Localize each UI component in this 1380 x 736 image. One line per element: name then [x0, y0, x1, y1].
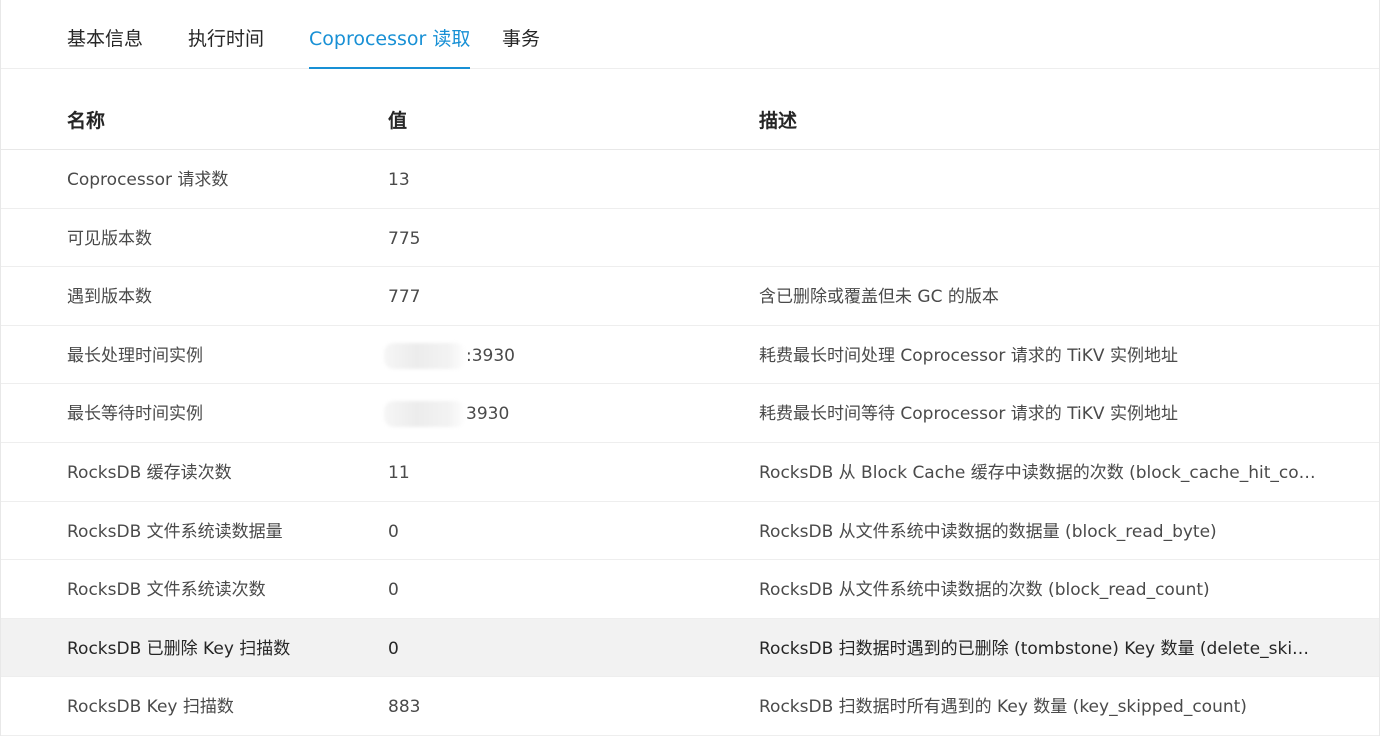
row-name: 遇到版本数	[67, 287, 152, 308]
row-description: RocksDB 扫数据时遇到的已删除 (tombstone) Key 数量 (d…	[759, 638, 1319, 659]
row-description: RocksDB 从 Block Cache 缓存中读数据的次数 (block_c…	[759, 462, 1319, 483]
table-row[interactable]: 遇到版本数 777 含已删除或覆盖但未 GC 的版本	[1, 267, 1379, 326]
table-row[interactable]: RocksDB Key 扫描数 883 RocksDB 扫数据时所有遇到的 Ke…	[1, 677, 1379, 736]
row-value: 11	[388, 462, 410, 483]
row-name: RocksDB 文件系统读数据量	[67, 521, 283, 542]
redaction-blur	[384, 342, 466, 369]
row-value: 0	[388, 638, 399, 659]
row-value: 777	[388, 287, 421, 308]
row-value: :3930	[466, 345, 515, 366]
table-row[interactable]: 最长等待时间实例 3930 耗费最长时间等待 Coprocessor 请求的 T…	[1, 384, 1379, 443]
tab-basic-info[interactable]: 基本信息	[67, 0, 143, 69]
row-value: 13	[388, 170, 410, 190]
table-row[interactable]: RocksDB 缓存读次数 11 RocksDB 从 Block Cache 缓…	[1, 443, 1379, 502]
row-name: 最长等待时间实例	[67, 404, 203, 425]
tab-transaction[interactable]: 事务	[502, 0, 540, 69]
row-value: 775	[388, 228, 421, 249]
table-row[interactable]: 最长处理时间实例 :3930 耗费最长时间处理 Coprocessor 请求的 …	[1, 326, 1379, 385]
row-name: RocksDB Key 扫描数	[67, 697, 234, 718]
table-row[interactable]: RocksDB 文件系统读次数 0 RocksDB 从文件系统中读数据的次数 (…	[1, 560, 1379, 619]
table-row[interactable]: RocksDB 文件系统读数据量 0 RocksDB 从文件系统中读数据的数据量…	[1, 502, 1379, 561]
row-description: RocksDB 从文件系统中读数据的次数 (block_read_count)	[759, 580, 1210, 601]
row-name: Coprocessor 请求数	[67, 170, 229, 190]
row-value: 883	[388, 697, 421, 718]
page: 基本信息 执行时间 Coprocessor 读取 事务 名称 值 描述 Copr…	[0, 0, 1380, 736]
row-name: 可见版本数	[67, 228, 152, 249]
row-description: RocksDB 从文件系统中读数据的数据量 (block_read_byte)	[759, 521, 1217, 542]
table-row-hovered[interactable]: RocksDB 已删除 Key 扫描数 0 RocksDB 扫数据时遇到的已删除…	[1, 618, 1379, 678]
row-description: 含已删除或覆盖但未 GC 的版本	[759, 287, 999, 308]
row-name: RocksDB 文件系统读次数	[67, 580, 266, 601]
table-row[interactable]: Coprocessor 请求数 13	[1, 150, 1379, 209]
table-header: 名称 值 描述	[1, 69, 1379, 150]
tab-bar: 基本信息 执行时间 Coprocessor 读取 事务	[1, 0, 1379, 69]
row-description: RocksDB 扫数据时所有遇到的 Key 数量 (key_skipped_co…	[759, 697, 1247, 718]
row-description: 耗费最长时间处理 Coprocessor 请求的 TiKV 实例地址	[759, 345, 1178, 366]
row-name: RocksDB 缓存读次数	[67, 462, 232, 483]
row-value: 3930	[466, 404, 510, 425]
row-name: 最长处理时间实例	[67, 345, 203, 366]
row-description: 耗费最长时间等待 Coprocessor 请求的 TiKV 实例地址	[759, 404, 1178, 425]
tab-coprocessor-read[interactable]: Coprocessor 读取	[309, 0, 471, 69]
row-value: 0	[388, 580, 399, 601]
table-row[interactable]: 可见版本数 775	[1, 209, 1379, 268]
tab-execution-time[interactable]: 执行时间	[188, 0, 264, 69]
row-value: 0	[388, 521, 399, 542]
redaction-blur	[384, 401, 466, 428]
row-name: RocksDB 已删除 Key 扫描数	[67, 638, 291, 659]
